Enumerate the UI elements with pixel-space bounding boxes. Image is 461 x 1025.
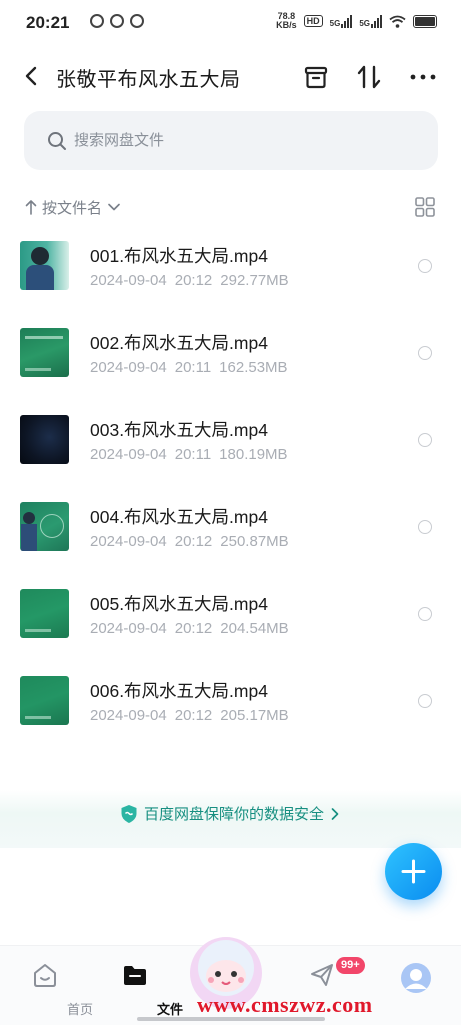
file-date: 2024-09-04 <box>90 620 167 637</box>
sort-control[interactable]: 按文件名 <box>24 194 122 220</box>
hd-voice-icon: HD <box>303 15 323 27</box>
file-size: 162.53MB <box>219 359 288 376</box>
file-size: 250.87MB <box>220 533 289 550</box>
nav-home-label: 首页 <box>66 1002 93 1017</box>
file-row[interactable]: 002.布风水五大局.mp4 2024-09-04 20:11 162.53MB <box>0 312 461 399</box>
file-row[interactable]: 005.布风水五大局.mp4 2024-09-04 20:12 204.54MB <box>0 573 461 660</box>
select-checkbox[interactable] <box>418 259 432 273</box>
status-bar: 20:21 78.8 KB/s HD 5G 5G <box>0 0 461 46</box>
status-time: 20:21 <box>26 13 70 32</box>
file-name: 006.布风水五大局.mp4 <box>90 681 268 701</box>
file-size: 292.77MB <box>220 272 289 289</box>
file-meta: 2024-09-04 20:12 292.77MB <box>90 272 289 289</box>
file-date: 2024-09-04 <box>90 533 167 550</box>
sort-label: 按文件名 <box>42 199 103 217</box>
home-icon <box>34 964 56 987</box>
select-checkbox[interactable] <box>418 607 432 621</box>
watermark-text: www.cmszwz.com <box>197 992 373 1017</box>
video-thumbnail <box>20 502 69 551</box>
select-checkbox[interactable] <box>418 694 432 708</box>
messenger-app-icon <box>130 14 144 28</box>
file-row[interactable]: 004.布风水五大局.mp4 2024-09-04 20:12 250.87MB <box>0 486 461 573</box>
notification-badge: 99+ <box>336 957 365 974</box>
select-checkbox[interactable] <box>418 346 432 360</box>
video-thumbnail <box>20 415 69 464</box>
search-input[interactable] <box>74 111 414 170</box>
file-row[interactable]: 006.布风水五大局.mp4 2024-09-04 20:12 205.17MB <box>0 660 461 747</box>
home-indicator[interactable] <box>137 1017 325 1021</box>
file-date: 2024-09-04 <box>90 359 167 376</box>
file-time: 20:12 <box>174 272 213 289</box>
signal-2-label: 5G <box>359 19 370 28</box>
arrow-up-icon <box>25 200 37 215</box>
file-size: 205.17MB <box>220 707 289 724</box>
notification-icons <box>90 14 144 28</box>
file-list: 001.布风水五大局.mp4 2024-09-04 20:12 292.77MB… <box>0 225 461 747</box>
avatar-icon <box>401 963 431 993</box>
signal-2-bars-icon <box>371 14 382 28</box>
grid-view-icon[interactable] <box>414 196 436 218</box>
file-date: 2024-09-04 <box>90 272 167 289</box>
file-meta: 2024-09-04 20:11 162.53MB <box>90 359 288 376</box>
file-row[interactable]: 003.布风水五大局.mp4 2024-09-04 20:11 180.19MB <box>0 399 461 486</box>
file-time: 20:12 <box>174 533 213 550</box>
status-right-group: 78.8 KB/s HD 5G 5G <box>276 12 437 30</box>
file-meta: 2024-09-04 20:12 205.17MB <box>90 707 289 724</box>
file-time: 20:11 <box>174 446 212 463</box>
header: 张敬平布风水五大局 <box>0 50 461 104</box>
back-arrow-icon[interactable] <box>18 62 46 90</box>
signal-2: 5G <box>359 14 382 28</box>
data-safety-banner[interactable]: 百度网盘保障你的数据安全 <box>0 790 461 848</box>
file-size: 180.19MB <box>219 446 288 463</box>
page-title: 张敬平布风水五大局 <box>56 69 241 91</box>
file-time: 20:12 <box>174 620 213 637</box>
chevron-down-icon <box>108 203 120 211</box>
shield-icon <box>121 804 137 823</box>
data-safety-text: 百度网盘保障你的数据安全 <box>144 806 325 823</box>
battery-icon <box>413 14 437 28</box>
signal-1-bars-icon <box>341 14 353 28</box>
plus-icon <box>401 859 426 884</box>
file-date: 2024-09-04 <box>90 707 167 724</box>
data-safety-content: 百度网盘保障你的数据安全 <box>120 803 340 824</box>
network-speed-unit: KB/s <box>276 20 297 30</box>
file-time: 20:11 <box>174 359 212 376</box>
wifi-icon <box>389 15 406 28</box>
file-meta: 2024-09-04 20:12 250.87MB <box>90 533 289 550</box>
file-name: 004.布风水五大局.mp4 <box>90 507 268 527</box>
more-options-icon[interactable] <box>409 63 437 91</box>
paper-plane-icon <box>311 964 333 986</box>
select-checkbox[interactable] <box>418 433 432 447</box>
signal-1-label: 5G <box>329 19 341 28</box>
folder-icon <box>124 966 146 985</box>
search-icon <box>48 132 66 150</box>
file-meta: 2024-09-04 20:11 180.19MB <box>90 446 288 463</box>
signal-1: 5G <box>330 14 353 28</box>
video-thumbnail <box>20 676 69 725</box>
file-row[interactable]: 001.布风水五大局.mp4 2024-09-04 20:12 292.77MB <box>0 225 461 312</box>
add-button[interactable] <box>385 843 442 900</box>
file-name: 001.布风水五大局.mp4 <box>90 246 268 266</box>
search-bar[interactable] <box>24 111 438 170</box>
archive-box-icon[interactable] <box>302 63 330 91</box>
video-thumbnail <box>20 589 69 638</box>
chevron-right-icon <box>331 807 339 820</box>
file-meta: 2024-09-04 20:12 204.54MB <box>90 620 289 637</box>
file-name: 005.布风水五大局.mp4 <box>90 594 268 614</box>
file-name: 003.布风水五大局.mp4 <box>90 420 268 440</box>
file-size: 204.54MB <box>220 620 289 637</box>
file-date: 2024-09-04 <box>90 446 167 463</box>
select-checkbox[interactable] <box>418 520 432 534</box>
network-speed: 78.8 KB/s <box>276 12 297 30</box>
sync-app-icon <box>110 14 124 28</box>
sort-order-icon[interactable] <box>355 63 383 91</box>
file-name: 002.布风水五大局.mp4 <box>90 333 268 353</box>
video-thumbnail <box>20 328 69 377</box>
file-time: 20:12 <box>174 707 213 724</box>
video-thumbnail <box>20 241 69 290</box>
cloud-app-icon <box>90 14 104 28</box>
